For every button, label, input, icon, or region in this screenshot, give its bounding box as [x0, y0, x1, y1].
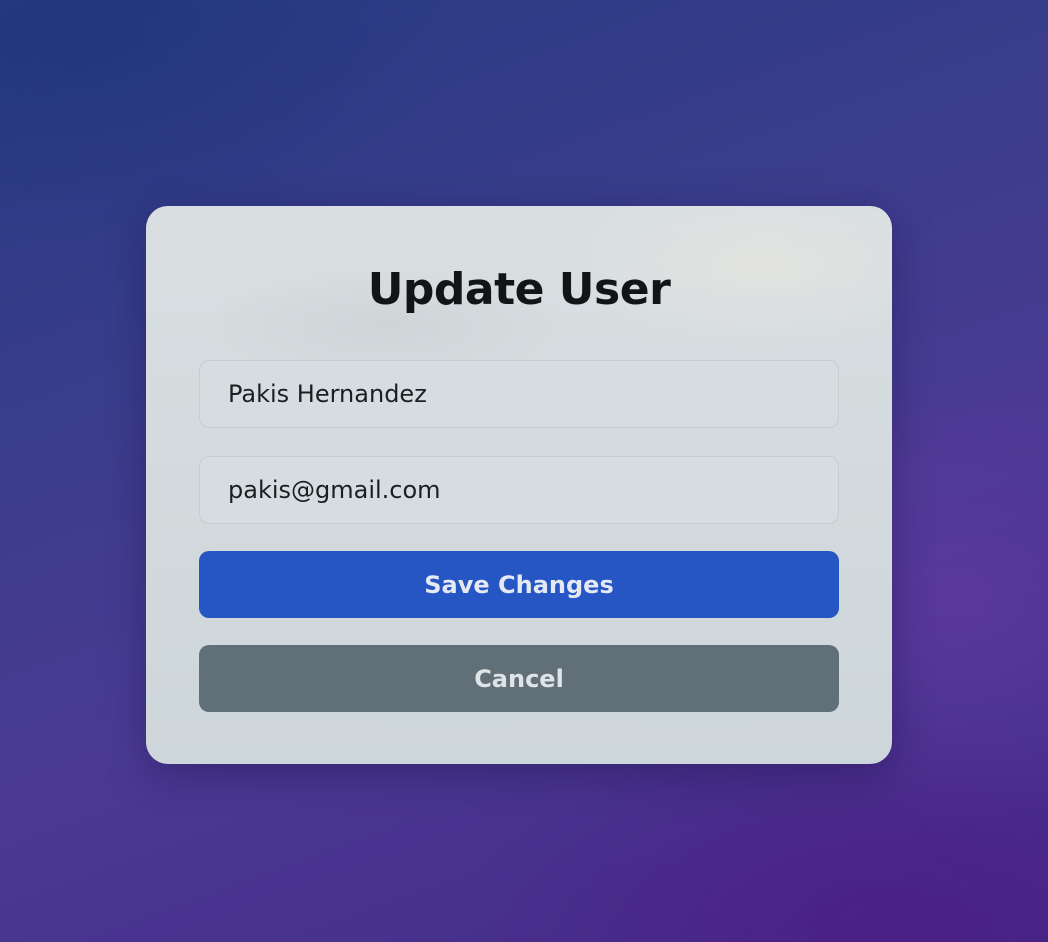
name-input[interactable] — [199, 360, 839, 428]
save-changes-button[interactable]: Save Changes — [199, 551, 839, 618]
email-input[interactable] — [199, 456, 839, 524]
update-user-dialog: Update User Save Changes Cancel — [146, 206, 892, 764]
dialog-title: Update User — [367, 264, 671, 315]
cancel-button[interactable]: Cancel — [199, 645, 839, 712]
